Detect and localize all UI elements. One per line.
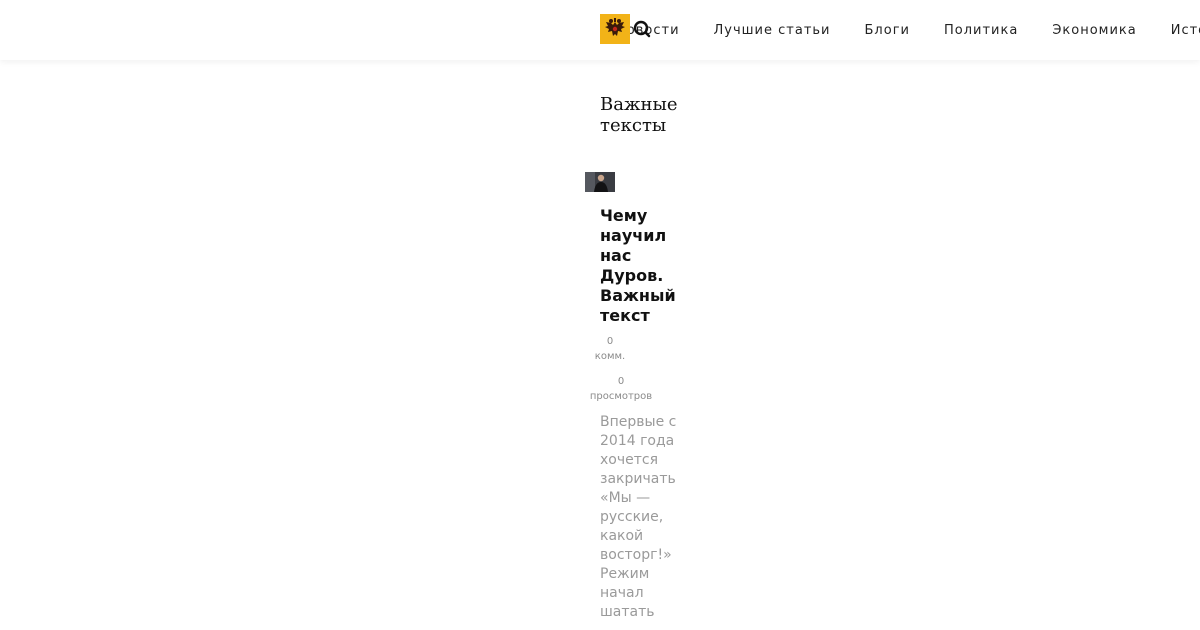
search-icon[interactable] (632, 16, 654, 38)
nav-item-blogs[interactable]: Блоги (865, 23, 910, 38)
article-title[interactable]: Чему научил нас Дуров. Важный текст (600, 206, 680, 326)
views-label: просмотров (589, 391, 653, 402)
nav-item-best-articles[interactable]: Лучшие статьи (714, 23, 831, 38)
views-counter: 0 просмотров (588, 374, 654, 404)
views-count: 0 (617, 376, 625, 387)
nav-item-economy[interactable]: Экономика (1052, 23, 1136, 38)
site-header: Новости Лучшие статьи Блоги Политика Эко… (0, 0, 1200, 60)
double-headed-eagle-icon (605, 18, 625, 36)
article-excerpt: Впервые с 2014 года хочется закричать «М… (600, 414, 677, 620)
nav-item-history[interactable]: История (1171, 23, 1200, 38)
section-title: Важные тексты (600, 94, 678, 136)
article-thumbnail[interactable] (585, 172, 615, 192)
comments-label: комм. (594, 351, 626, 362)
main-nav: Новости Лучшие статьи Блоги Политика Эко… (616, 0, 1200, 60)
comments-counter[interactable]: 0 комм. (590, 334, 630, 364)
nav-item-politics[interactable]: Политика (944, 23, 1018, 38)
site-logo[interactable] (600, 14, 630, 44)
comments-count: 0 (606, 336, 614, 347)
